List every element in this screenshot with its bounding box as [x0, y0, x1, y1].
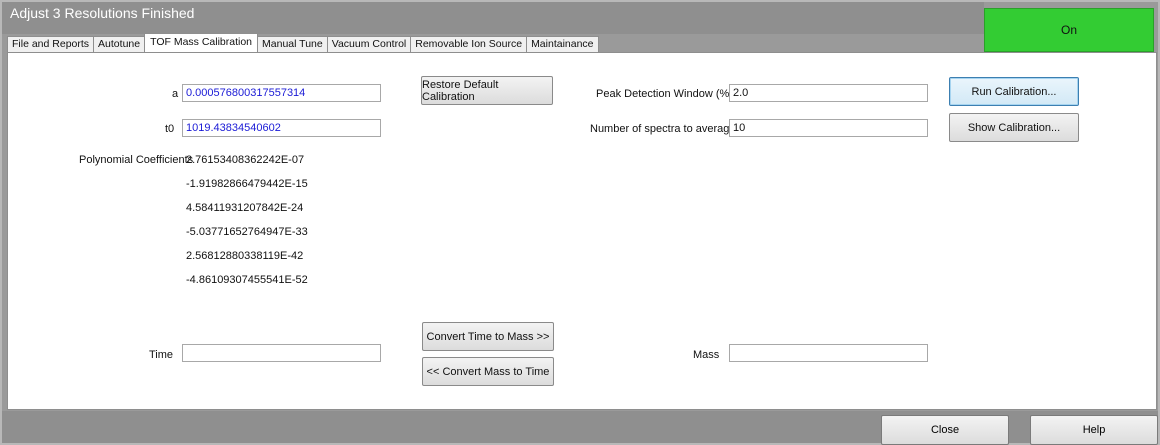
mass-label: Mass: [693, 349, 720, 361]
a-input[interactable]: [182, 84, 381, 102]
convert-time-to-mass-button[interactable]: Convert Time to Mass >>: [422, 322, 554, 351]
tab-file-and-reports[interactable]: File and Reports: [7, 36, 95, 52]
time-label: Time: [149, 349, 174, 361]
a-label: a: [172, 88, 179, 100]
spectra-to-average-input[interactable]: [729, 119, 928, 137]
tab-strip: File and Reports Autotune TOF Mass Calib…: [7, 33, 599, 52]
tab-tof-mass-calibration[interactable]: TOF Mass Calibration: [144, 33, 259, 52]
tab-autotune[interactable]: Autotune: [93, 36, 146, 52]
restore-default-calibration-button[interactable]: Restore Default Calibration: [421, 76, 553, 105]
peak-detection-window-label: Peak Detection Window (%): [596, 88, 733, 100]
coefficient-value: 2.76153408362242E-07: [186, 154, 305, 166]
t0-input[interactable]: [182, 119, 381, 137]
tab-removable-ion-source[interactable]: Removable Ion Source: [410, 36, 528, 52]
tab-manual-tune[interactable]: Manual Tune: [257, 36, 328, 52]
title-bar: Adjust 3 Resolutions Finished: [2, 2, 984, 34]
tof-calibration-panel: a t0 Polynomial Coefficients 2.761534083…: [7, 52, 1157, 410]
status-indicator: On: [984, 8, 1154, 52]
coefficient-value: -4.86109307455541E-52: [186, 274, 308, 286]
tab-vacuum-control[interactable]: Vacuum Control: [326, 36, 412, 52]
run-calibration-button[interactable]: Run Calibration...: [949, 77, 1079, 106]
close-button[interactable]: Close: [881, 415, 1009, 445]
help-button[interactable]: Help: [1030, 415, 1158, 445]
show-calibration-button[interactable]: Show Calibration...: [949, 113, 1079, 142]
coefficient-value: -1.91982866479442E-15: [186, 178, 308, 190]
polynomial-coefficients-label: Polynomial Coefficients: [79, 154, 194, 166]
close-button-label: Close: [930, 424, 960, 436]
convert-mass-to-time-button[interactable]: << Convert Mass to Time: [422, 357, 554, 386]
tab-maintainance[interactable]: Maintainance: [526, 36, 599, 52]
help-button-label: Help: [1082, 424, 1106, 436]
coefficient-value: 4.58411931207842E-24: [186, 202, 304, 214]
spectra-to-average-label: Number of spectra to average: [590, 123, 736, 135]
coefficient-value: 2.56812880338119E-42: [186, 250, 304, 262]
coefficient-value: -5.03771652764947E-33: [186, 226, 308, 238]
t0-label: t0: [165, 123, 175, 135]
peak-detection-window-input[interactable]: [729, 84, 928, 102]
time-input[interactable]: [182, 344, 381, 362]
mass-input[interactable]: [729, 344, 928, 362]
window-title: Adjust 3 Resolutions Finished: [10, 5, 195, 21]
